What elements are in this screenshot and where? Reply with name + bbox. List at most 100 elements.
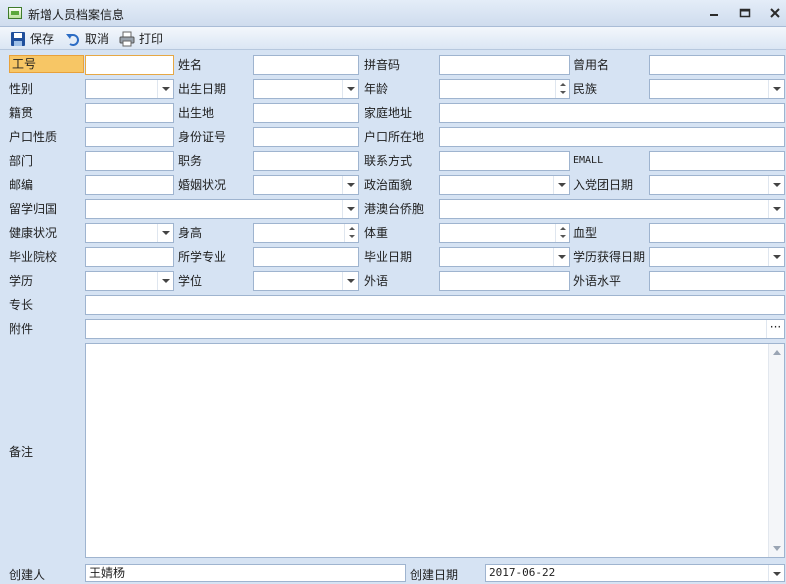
- marital-status-select[interactable]: [253, 175, 359, 195]
- ethnicity-label: 民族: [573, 82, 598, 96]
- attachment-input[interactable]: ···: [85, 319, 785, 339]
- specialty-input[interactable]: [85, 295, 785, 315]
- overseas-chinese-select[interactable]: [439, 199, 785, 219]
- weight-spinner[interactable]: [439, 223, 570, 243]
- ethnicity-dropdown-icon[interactable]: [768, 80, 784, 98]
- age-spin-icon[interactable]: [555, 80, 569, 98]
- graduation-date-label: 毕业日期: [364, 250, 413, 264]
- height-spin-icon[interactable]: [344, 224, 358, 242]
- maximize-icon[interactable]: [738, 6, 752, 20]
- postcode-input[interactable]: [85, 175, 174, 195]
- party-join-date-dropdown-icon[interactable]: [768, 176, 784, 194]
- cancel-label: 取消: [85, 32, 110, 46]
- marital-status-label: 婚姻状况: [178, 178, 227, 192]
- window-titlebar: 新增人员档案信息: [0, 0, 786, 27]
- language-level-label: 外语水平: [573, 274, 622, 288]
- close-icon[interactable]: [768, 6, 782, 20]
- position-input[interactable]: [253, 151, 359, 171]
- health-select[interactable]: [85, 223, 174, 243]
- employee-id-input[interactable]: [85, 55, 174, 75]
- hukou-location-input[interactable]: [439, 127, 785, 147]
- department-input[interactable]: [85, 151, 174, 171]
- created-date-dropdown-icon[interactable]: [768, 565, 784, 581]
- pinyin-label: 拼音码: [364, 58, 401, 72]
- marital-status-dropdown-icon[interactable]: [342, 176, 358, 194]
- foreign-language-label: 外语: [364, 274, 389, 288]
- degree-obtained-date-dropdown-icon[interactable]: [768, 248, 784, 266]
- graduation-date-picker[interactable]: [439, 247, 570, 267]
- remarks-label: 备注: [9, 445, 34, 459]
- blood-type-input[interactable]: [649, 223, 785, 243]
- party-join-date-picker[interactable]: [649, 175, 785, 195]
- created-date-picker[interactable]: 2017-06-22: [485, 564, 785, 582]
- height-spinner[interactable]: [253, 223, 359, 243]
- print-button[interactable]: 打印: [119, 30, 163, 47]
- school-label: 毕业院校: [9, 250, 58, 264]
- save-button[interactable]: 保存: [10, 30, 54, 47]
- id-number-input[interactable]: [253, 127, 359, 147]
- scroll-down-icon[interactable]: [773, 546, 781, 551]
- native-place-input[interactable]: [85, 103, 174, 123]
- native-place-label: 籍贯: [9, 106, 34, 120]
- education-label: 学历: [9, 274, 34, 288]
- education-dropdown-icon[interactable]: [157, 272, 173, 290]
- email-label: EMALL: [573, 155, 604, 166]
- home-address-input[interactable]: [439, 103, 785, 123]
- gender-select[interactable]: [85, 79, 174, 99]
- age-label: 年龄: [364, 82, 389, 96]
- contact-label: 联系方式: [364, 154, 413, 168]
- browse-button[interactable]: ···: [766, 320, 784, 338]
- creator-input[interactable]: 王婧杨: [85, 564, 406, 582]
- political-status-dropdown-icon[interactable]: [553, 176, 569, 194]
- email-input[interactable]: [649, 151, 785, 171]
- department-label: 部门: [9, 154, 34, 168]
- health-dropdown-icon[interactable]: [157, 224, 173, 242]
- age-spinner[interactable]: [439, 79, 570, 99]
- ethnicity-select[interactable]: [649, 79, 785, 99]
- academic-degree-dropdown-icon[interactable]: [342, 272, 358, 290]
- returnee-select[interactable]: [85, 199, 359, 219]
- school-input[interactable]: [85, 247, 174, 267]
- former-name-input[interactable]: [649, 55, 785, 75]
- returnee-dropdown-icon[interactable]: [342, 200, 358, 218]
- name-input[interactable]: [253, 55, 359, 75]
- cancel-button[interactable]: 取消: [65, 30, 109, 47]
- scroll-up-icon[interactable]: [773, 350, 781, 355]
- major-input[interactable]: [253, 247, 359, 267]
- overseas-chinese-dropdown-icon[interactable]: [768, 200, 784, 218]
- graduation-date-dropdown-icon[interactable]: [553, 248, 569, 266]
- remarks-textarea[interactable]: [85, 343, 785, 558]
- birthplace-label: 出生地: [178, 106, 215, 120]
- major-label: 所学专业: [178, 250, 227, 264]
- degree-obtained-date-label: 学历获得日期: [573, 250, 646, 264]
- health-label: 健康状况: [9, 226, 58, 240]
- academic-degree-select[interactable]: [253, 271, 359, 291]
- degree-obtained-date-picker[interactable]: [649, 247, 785, 267]
- hukou-location-label: 户口所在地: [364, 130, 425, 144]
- save-label: 保存: [30, 32, 55, 46]
- hukou-type-input[interactable]: [85, 127, 174, 147]
- created-date-value: 2017-06-22: [489, 566, 556, 579]
- returnee-label: 留学归国: [9, 202, 58, 216]
- weight-spin-icon[interactable]: [555, 224, 569, 242]
- gender-dropdown-icon[interactable]: [157, 80, 173, 98]
- contact-input[interactable]: [439, 151, 570, 171]
- education-select[interactable]: [85, 271, 174, 291]
- birth-date-dropdown-icon[interactable]: [342, 80, 358, 98]
- former-name-label: 曾用名: [573, 58, 610, 72]
- birth-date-picker[interactable]: [253, 79, 359, 99]
- party-join-date-label: 入党团日期: [573, 178, 634, 192]
- pinyin-input[interactable]: [439, 55, 570, 75]
- remarks-scrollbar[interactable]: [768, 344, 784, 557]
- minimize-icon[interactable]: [707, 6, 721, 20]
- attachment-label: 附件: [9, 322, 34, 336]
- foreign-language-input[interactable]: [439, 271, 570, 291]
- political-status-label: 政治面貌: [364, 178, 413, 192]
- created-date-label: 创建日期: [410, 568, 459, 582]
- language-level-input[interactable]: [649, 271, 785, 291]
- app-icon: [8, 7, 22, 19]
- political-status-select[interactable]: [439, 175, 570, 195]
- gender-label: 性别: [9, 82, 34, 96]
- printer-icon: [119, 31, 135, 46]
- birthplace-input[interactable]: [253, 103, 359, 123]
